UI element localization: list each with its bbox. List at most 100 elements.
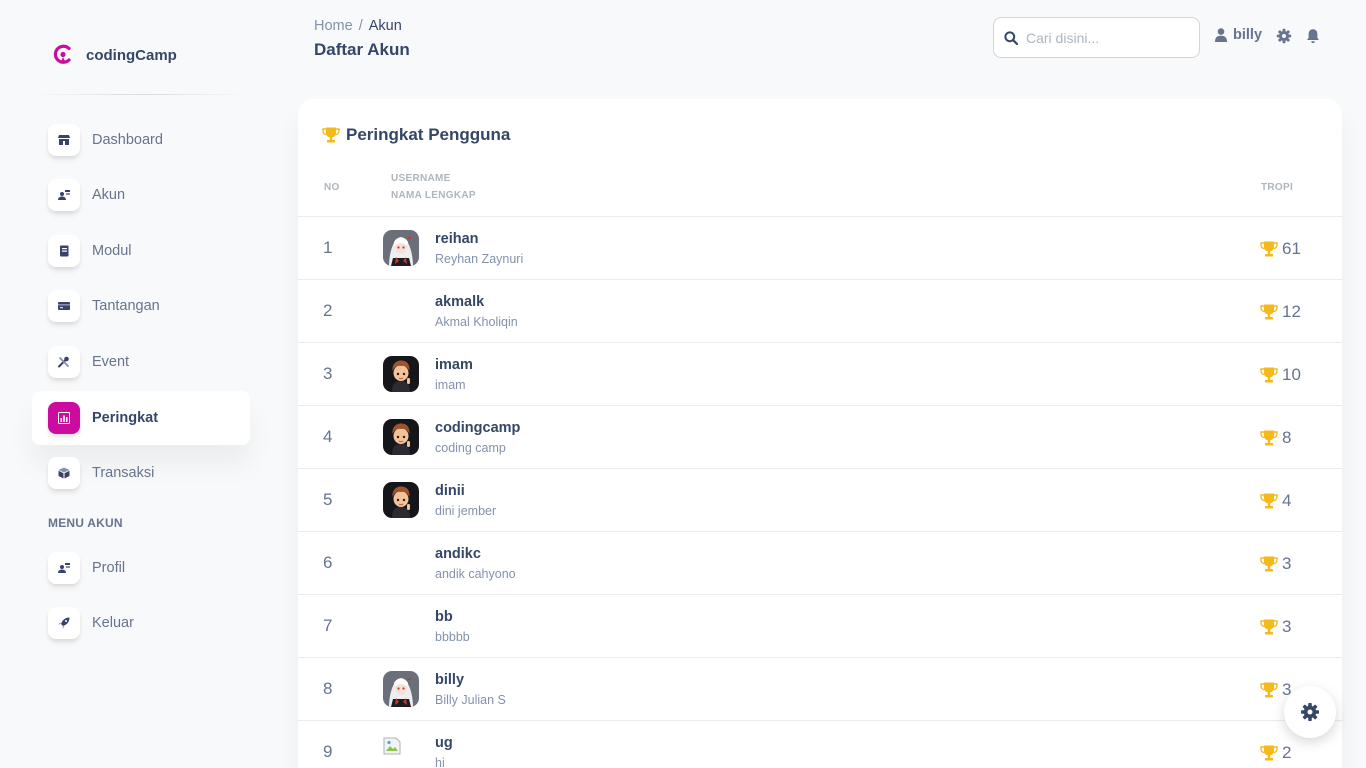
sidebar-item-label: Dashboard — [92, 132, 163, 148]
full-name: Akmal Kholiqin — [435, 315, 518, 329]
sidebar-item-label: Transaksi — [92, 465, 155, 481]
sidebar-item-event[interactable]: Event — [32, 335, 250, 389]
user-card-icon — [48, 179, 80, 211]
trophy-count: 4 — [1260, 491, 1291, 511]
trophy-count: 61 — [1260, 239, 1301, 259]
table-row[interactable]: 9 ug hi 2 — [298, 720, 1342, 768]
gear-icon[interactable] — [1276, 28, 1292, 44]
username[interactable]: reihan — [435, 231, 479, 247]
rank-number: 7 — [323, 616, 333, 635]
column-divider — [364, 532, 366, 594]
search-input[interactable] — [1026, 29, 1186, 46]
username[interactable]: ug — [435, 735, 453, 751]
username[interactable]: bb — [435, 609, 453, 625]
sidebar-item-modul[interactable]: Modul — [32, 224, 250, 278]
sidebar-item-label: Keluar — [92, 615, 134, 631]
rank-number: 3 — [323, 364, 333, 383]
trophy-value: 61 — [1282, 239, 1301, 258]
sidebar-item-label: Peringkat — [92, 410, 159, 426]
full-name: dini jember — [435, 504, 497, 518]
rank-number: 1 — [323, 238, 333, 257]
user-card-icon — [48, 552, 80, 584]
sidebar-item-akun[interactable]: Akun — [32, 168, 250, 222]
column-divider — [364, 658, 366, 720]
sidebar: codingCamp Dashboard Akun Modul Tantanga… — [0, 0, 282, 768]
full-name: hi — [435, 756, 445, 768]
user-menu[interactable]: billy — [1215, 27, 1262, 43]
trophy-count: 3 — [1260, 617, 1291, 637]
sidebar-divider — [32, 94, 250, 95]
codingcamp-logo-icon — [53, 44, 71, 64]
chart-icon — [48, 402, 80, 434]
username[interactable]: dinii — [435, 483, 465, 499]
trophy-icon — [1260, 493, 1278, 509]
rank-number: 6 — [323, 553, 333, 572]
bell-icon[interactable] — [1305, 28, 1321, 44]
username[interactable]: akmalk — [435, 294, 484, 310]
settings-fab-button[interactable] — [1284, 686, 1336, 738]
table-row[interactable]: 4 codingcamp coding camp 8 — [298, 405, 1342, 468]
sidebar-item-label: Tantangan — [92, 298, 160, 314]
breadcrumb-current: Akun — [368, 18, 402, 34]
trophy-icon — [322, 127, 340, 143]
search-box[interactable] — [993, 17, 1200, 58]
sidebar-item-peringkat[interactable]: Peringkat — [32, 391, 250, 445]
trophy-value: 8 — [1282, 428, 1292, 447]
column-header-tropi[interactable]: TROPI — [1261, 179, 1293, 196]
avatar — [383, 482, 419, 518]
tools-icon — [48, 346, 80, 378]
sidebar-item-profil[interactable]: Profil — [32, 541, 250, 595]
column-divider — [364, 721, 366, 768]
trophy-count: 2 — [1260, 743, 1291, 763]
sidebar-item-label: Event — [92, 354, 130, 370]
shop-icon — [48, 124, 80, 156]
full-name: bbbbb — [435, 630, 470, 644]
avatar — [383, 671, 419, 707]
username[interactable]: codingcamp — [435, 420, 520, 436]
breadcrumb: Home / Akun — [314, 18, 402, 34]
broken-image-icon — [383, 737, 401, 755]
full-name: andik cahyono — [435, 567, 516, 581]
username[interactable]: billy — [435, 672, 464, 688]
trophy-count: 10 — [1260, 365, 1301, 385]
username[interactable]: andikc — [435, 546, 481, 562]
breadcrumb-separator: / — [358, 18, 363, 34]
trophy-count: 8 — [1260, 428, 1291, 448]
breadcrumb-home-link[interactable]: Home — [314, 18, 353, 34]
column-header-no[interactable]: NO — [324, 179, 340, 196]
table-row[interactable]: 1 reihan Reyhan Zaynuri 61 — [298, 216, 1342, 279]
table-row[interactable]: 6 andikc andik cahyono 3 — [298, 531, 1342, 594]
trophy-icon — [1260, 745, 1278, 761]
trophy-value: 4 — [1282, 491, 1292, 510]
rocket-icon — [48, 607, 80, 639]
column-divider — [364, 469, 366, 531]
menu-akun-heading: MENU AKUN — [48, 516, 123, 530]
table-row[interactable]: 5 dinii dini jember 4 — [298, 468, 1342, 531]
avatar — [383, 356, 419, 392]
sidebar-item-dashboard[interactable]: Dashboard — [32, 113, 250, 167]
column-header-username[interactable]: USERNAME — [391, 170, 451, 187]
sidebar-item-label: Profil — [92, 560, 126, 576]
column-divider — [364, 217, 366, 279]
trophy-icon — [1260, 430, 1278, 446]
trophy-count: 3 — [1260, 554, 1291, 574]
table-row[interactable]: 8 billy Billy Julian S 3 — [298, 657, 1342, 720]
sidebar-item-transaksi[interactable]: Transaksi — [32, 446, 250, 500]
gear-icon — [1301, 703, 1319, 721]
trophy-count: 3 — [1260, 680, 1291, 700]
table-row[interactable]: 3 imam imam 10 — [298, 342, 1342, 405]
table-row[interactable]: 2 akmalk Akmal Kholiqin 12 — [298, 279, 1342, 342]
username[interactable]: imam — [435, 357, 473, 373]
sidebar-item-tantangan[interactable]: Tantangan — [32, 279, 250, 333]
trophy-icon — [1260, 619, 1278, 635]
book-icon — [48, 235, 80, 267]
column-divider — [364, 595, 366, 657]
credit-card-icon — [48, 290, 80, 322]
sidebar-item-keluar[interactable]: Keluar — [32, 596, 250, 650]
column-header-fullname[interactable]: NAMA LENGKAP — [391, 187, 476, 204]
brand[interactable]: codingCamp — [52, 43, 177, 67]
sidebar-item-label: Modul — [92, 243, 132, 259]
table-row[interactable]: 7 bb bbbbb 3 — [298, 594, 1342, 657]
rank-number: 5 — [323, 490, 333, 509]
username-label: billy — [1233, 27, 1263, 43]
